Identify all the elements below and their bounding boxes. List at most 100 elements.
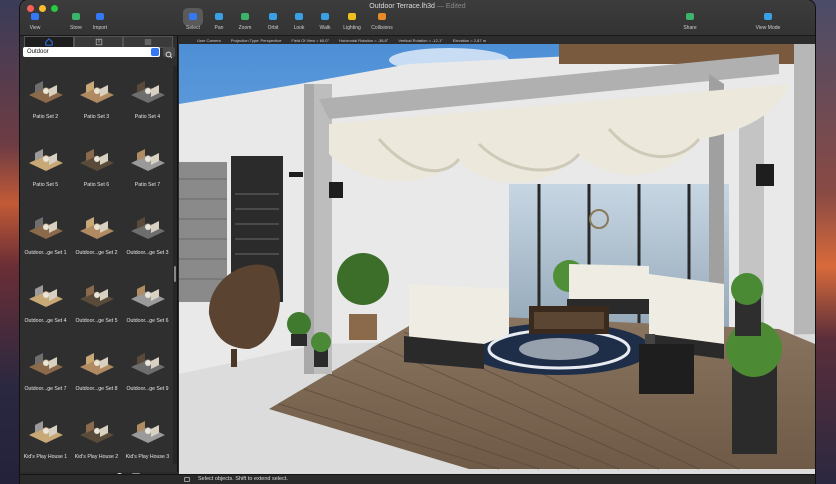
orbit-icon	[266, 11, 280, 23]
camera-parameter: Projection Type: Perspective	[230, 37, 282, 43]
library-item-thumbnail	[127, 343, 169, 381]
library-item-label: Outdoor...ge Set 2	[75, 250, 118, 256]
library-item-thumbnail	[76, 71, 118, 109]
wall-lamp-left	[329, 182, 343, 198]
view-mode-icon	[761, 11, 775, 23]
library-item[interactable]: Outdoor...ge Set 7	[20, 338, 71, 406]
desktop-background-left	[0, 0, 22, 484]
scrollbar-thumb[interactable]	[174, 266, 176, 282]
toolbar-button-import[interactable]: Import	[82, 11, 118, 31]
share-icon	[683, 11, 697, 23]
plant-left	[337, 253, 389, 305]
library-item-label: Outdoor...ge Set 6	[126, 318, 169, 324]
library-scrollbar[interactable]	[173, 66, 177, 464]
library-search-button[interactable]	[163, 47, 175, 59]
library-item[interactable]: Outdoor...ge Set 4	[20, 270, 71, 338]
library-item[interactable]: Outdoor...ge Set 9	[122, 338, 172, 406]
library-item-label: Patio Set 6	[83, 182, 110, 188]
desktop-background-right	[812, 0, 836, 484]
toolbar-button-share[interactable]: Share	[672, 11, 708, 31]
status-message: Select objects. Shift to extend select.	[198, 476, 288, 482]
library-item-label: Outdoor...ge Set 3	[126, 250, 169, 256]
view-icon	[28, 11, 42, 23]
garage-door	[179, 162, 227, 302]
library-item-label: Patio Set 5	[32, 182, 59, 188]
library-item[interactable]: Patio Set 3	[71, 66, 122, 134]
library-item[interactable]: Patio Set 6	[71, 134, 122, 202]
chevron-down-icon	[151, 48, 159, 56]
library-item[interactable]: Patio Set 7	[122, 134, 172, 202]
camera-name: User Camera	[197, 37, 221, 43]
store-icon	[69, 11, 83, 23]
category-select[interactable]: Outdoor	[23, 47, 160, 57]
camera-parameter: Horizontal Rotation = -38,8°	[339, 37, 389, 43]
planter-left	[349, 314, 377, 340]
library-item-label: Outdoor...ge Set 8	[75, 386, 118, 392]
collisions-icon	[375, 11, 389, 23]
camera-parameter: Vertical Rotation = -12,1°	[398, 37, 443, 43]
toolbar-button-label: View Mode	[755, 25, 781, 31]
library-item-thumbnail	[25, 139, 67, 177]
library-item-label: Outdoor...ge Set 7	[24, 386, 67, 392]
toolbar: Outdoor Terrace.lh3d — Edited View Store I…	[20, 0, 815, 36]
list-icon	[144, 39, 152, 45]
library-item[interactable]: Kid's Play House 2	[71, 406, 122, 464]
library-item[interactable]: Outdoor...ge Set 5	[71, 270, 122, 338]
toolbar-button-view-mode[interactable]: View Mode	[750, 11, 786, 31]
library-item-thumbnail	[76, 139, 118, 177]
library-item[interactable]: Outdoor...ge Set 2	[71, 202, 122, 270]
toolbar-button-label: Share	[683, 25, 697, 31]
house-icon	[45, 38, 53, 46]
camera-info-bar: User Camera Projection Type: Perspective F…	[179, 36, 815, 44]
window-title: Outdoor Terrace.lh3d — Edited	[20, 3, 815, 10]
sofa-right	[649, 274, 724, 344]
terrace-scene	[179, 44, 815, 474]
library-item[interactable]: Outdoor...ge Set 6	[122, 270, 172, 338]
library-item-thumbnail	[127, 207, 169, 245]
library-item[interactable]: Outdoor...ge Set 3	[122, 202, 172, 270]
library-item-label: Outdoor...ge Set 4	[24, 318, 67, 324]
zoom-icon	[238, 11, 252, 23]
sofa-left	[409, 284, 509, 344]
library-item-thumbnail	[76, 275, 118, 313]
edited-indicator: — Edited	[436, 3, 466, 10]
category-select-value: Outdoor	[27, 49, 49, 55]
library-item[interactable]: Patio Set 4	[122, 66, 172, 134]
3d-viewport[interactable]	[179, 44, 815, 474]
floorplan-icon	[95, 38, 102, 46]
planter-right	[732, 364, 777, 454]
library-panel: Outdoor Patio Set 2 Patio Set 3 Patio Set …	[20, 36, 178, 482]
library-item[interactable]: Kid's Play House 1	[20, 406, 71, 464]
toolbar-button-view[interactable]: View	[20, 11, 53, 31]
document-name: Outdoor Terrace.lh3d	[369, 3, 435, 10]
lightbulb-icon	[345, 11, 359, 23]
wall-lamp-right	[756, 164, 774, 186]
library-item[interactable]: Outdoor...ge Set 1	[20, 202, 71, 270]
library-item-thumbnail	[25, 207, 67, 245]
library-item[interactable]: Patio Set 5	[20, 134, 71, 202]
library-item-thumbnail	[76, 207, 118, 245]
library-item-thumbnail	[25, 71, 67, 109]
library-item-label: Patio Set 4	[134, 114, 161, 120]
pointer-icon	[186, 11, 200, 23]
sofa-back	[569, 264, 649, 299]
library-item-thumbnail	[76, 343, 118, 381]
category-row: Outdoor	[23, 47, 175, 59]
toolbar-button-label: Import	[92, 25, 108, 31]
library-item-label: Patio Set 2	[32, 114, 59, 120]
camera-parameter: Elevation = 2,87 m	[452, 37, 487, 43]
toolbar-button-collisions[interactable]: Collisions	[364, 11, 400, 31]
library-item[interactable]: Kid's Play House 3	[122, 406, 172, 464]
library-item-thumbnail	[76, 411, 118, 449]
search-icon	[165, 51, 173, 59]
library-item[interactable]: Patio Set 2	[20, 66, 71, 134]
library-item-label: Patio Set 7	[134, 182, 161, 188]
library-item-label: Patio Set 3	[83, 114, 110, 120]
toolbar-button-label: View	[29, 25, 41, 31]
look-icon	[292, 11, 306, 23]
library-item-label: Outdoor...ge Set 1	[24, 250, 67, 256]
library-grid: Patio Set 2 Patio Set 3 Patio Set 4 Patio S…	[20, 66, 172, 464]
toolbar-button-label: Collisions	[371, 25, 393, 31]
app-window: Outdoor Terrace.lh3d — Edited View Store I…	[20, 0, 815, 484]
library-item[interactable]: Outdoor...ge Set 8	[71, 338, 122, 406]
